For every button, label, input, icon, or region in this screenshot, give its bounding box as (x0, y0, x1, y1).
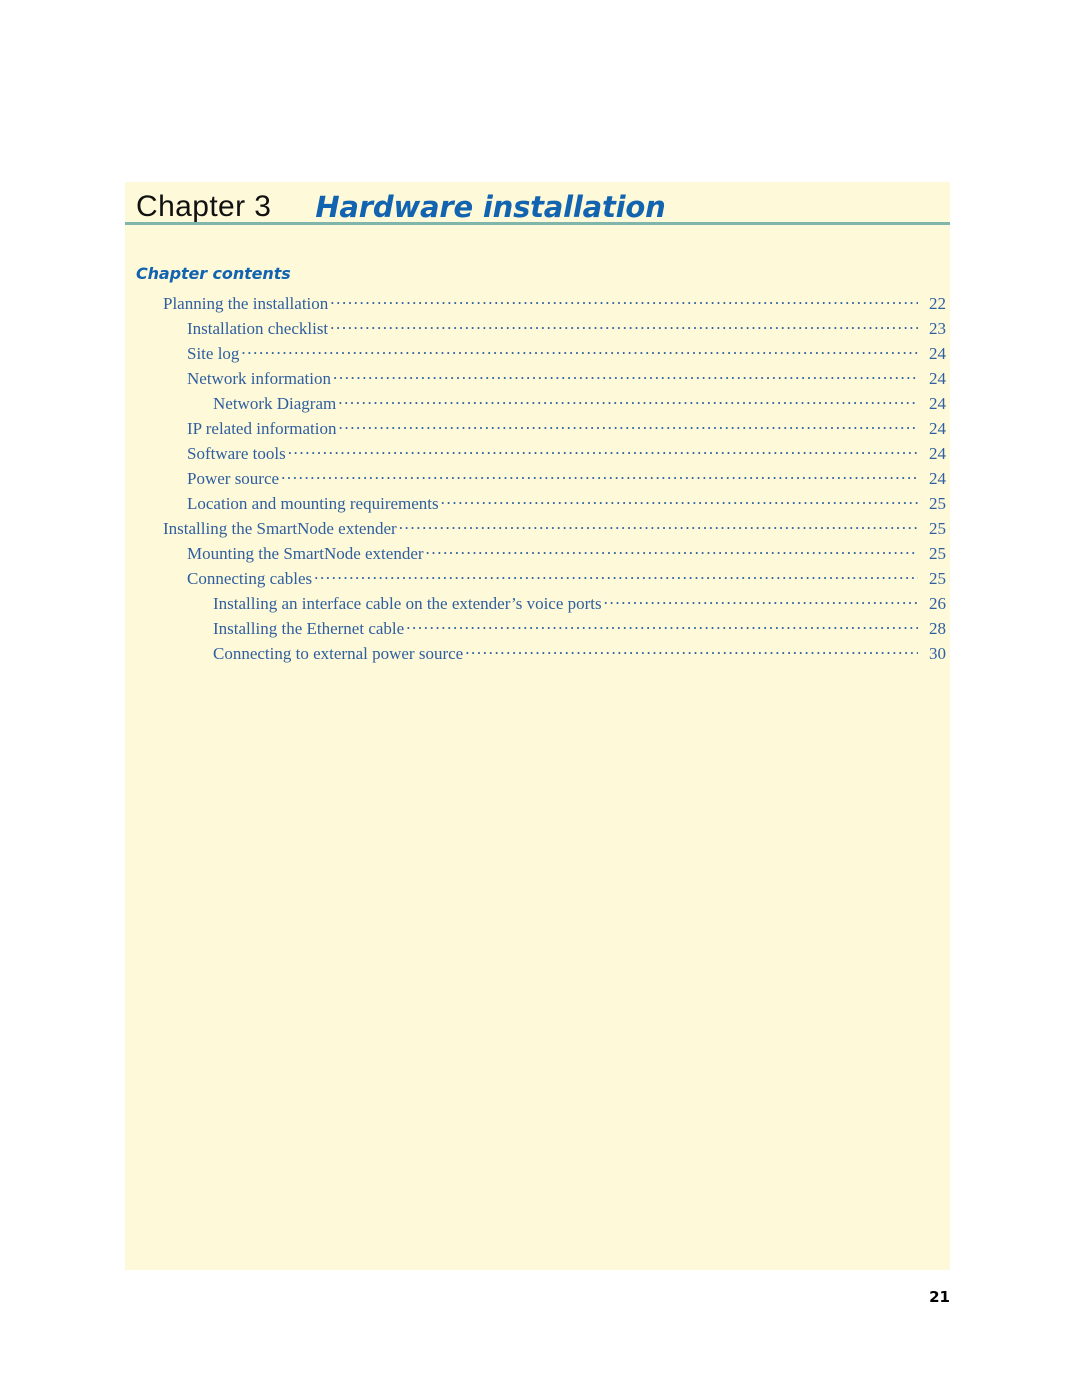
toc-dot-leader (465, 642, 918, 659)
toc-entry-label: Connecting to external power source (213, 644, 464, 663)
toc-entry-label: IP related information (187, 419, 337, 438)
toc-entry[interactable]: Software tools 24 (125, 442, 950, 467)
page-number: 21 (929, 1288, 950, 1306)
toc-dot-leader (399, 517, 918, 534)
toc-entry[interactable]: Location and mounting requirements 25 (125, 492, 950, 517)
toc-entry-page-number: 25 (929, 519, 946, 538)
toc-dot-leader (330, 317, 918, 334)
toc-entry[interactable]: Power source 24 (125, 467, 950, 492)
toc-entry-label: Mounting the SmartNode extender (187, 544, 424, 563)
toc-entry-label: Site log (187, 344, 240, 363)
toc-dot-leader (333, 367, 918, 384)
toc-entry-page-number: 24 (929, 469, 946, 488)
toc-entry-label: Installation checklist (187, 319, 329, 338)
toc-entry[interactable]: Planning the installation 22 (125, 292, 950, 317)
toc-entry-page-number: 26 (929, 594, 946, 613)
chapter-header: Chapter 3 Hardware installation (125, 182, 950, 222)
toc-dot-leader (604, 592, 918, 609)
toc-entry-page-number: 24 (929, 394, 946, 413)
chapter-contents-heading: Chapter contents (136, 264, 291, 283)
toc-entry[interactable]: Installing an interface cable on the ext… (125, 592, 950, 617)
toc-dot-leader (441, 492, 918, 509)
toc-dot-leader (314, 567, 918, 584)
toc-entry-page-number: 25 (929, 544, 946, 563)
toc-entry[interactable]: Installing the Ethernet cable 28 (125, 617, 950, 642)
toc-entry-label: Planning the installation (163, 294, 329, 313)
toc-entry-page-number: 22 (929, 294, 946, 313)
toc-entry[interactable]: Network information 24 (125, 367, 950, 392)
toc-entry-page-number: 24 (929, 344, 946, 363)
toc-entry-page-number: 28 (929, 619, 946, 638)
toc-entry[interactable]: Mounting the SmartNode extender 25 (125, 542, 950, 567)
toc-entry-label: Installing the SmartNode extender (163, 519, 397, 538)
toc-entry[interactable]: Connecting to external power source 30 (125, 642, 950, 667)
toc-dot-leader (281, 467, 918, 484)
toc-dot-leader (288, 442, 918, 459)
toc-dot-leader (330, 292, 918, 309)
toc-entry-label: Software tools (187, 444, 286, 463)
chapter-page-panel: Chapter 3 Hardware installation Chapter … (125, 182, 950, 1270)
toc-dot-leader (241, 342, 918, 359)
toc-entry[interactable]: Installing the SmartNode extender 25 (125, 517, 950, 542)
toc-entry-page-number: 24 (929, 419, 946, 438)
toc-entry[interactable]: Site log 24 (125, 342, 950, 367)
toc-dot-leader (426, 542, 918, 559)
toc-dot-leader (406, 617, 918, 634)
toc-entry-label: Network information (187, 369, 331, 388)
toc-entry[interactable]: Connecting cables 25 (125, 567, 950, 592)
toc-entry-page-number: 23 (929, 319, 946, 338)
toc-entry[interactable]: Installation checklist 23 (125, 317, 950, 342)
chapter-number-label: Chapter 3 (136, 190, 272, 223)
toc-entry-page-number: 25 (929, 569, 946, 588)
toc-entry-page-number: 24 (929, 369, 946, 388)
toc-entry-label: Network Diagram (213, 394, 337, 413)
toc-entry-page-number: 30 (929, 644, 946, 663)
toc-entry[interactable]: Network Diagram 24 (125, 392, 950, 417)
toc-entry-page-number: 24 (929, 444, 946, 463)
toc-dot-leader (338, 392, 918, 409)
toc-entry[interactable]: IP related information 24 (125, 417, 950, 442)
toc-dot-leader (339, 417, 919, 434)
toc-entry-label: Power source (187, 469, 280, 488)
toc-entry-page-number: 25 (929, 494, 946, 513)
toc-entry-label: Location and mounting requirements (187, 494, 439, 513)
toc-entry-label: Installing the Ethernet cable (213, 619, 405, 638)
chapter-title: Hardware installation (315, 190, 666, 224)
toc-entry-label: Connecting cables (187, 569, 313, 588)
header-divider-rule (125, 222, 950, 225)
table-of-contents: Planning the installation 22 Installation … (125, 292, 950, 667)
toc-entry-label: Installing an interface cable on the ext… (213, 594, 602, 613)
